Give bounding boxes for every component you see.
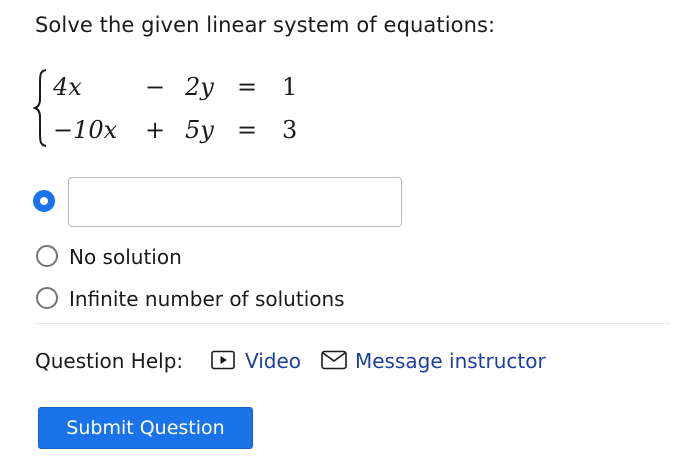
eq1-y-term: 2y	[185, 73, 214, 101]
submit-question-button[interactable]: Submit Question	[38, 407, 253, 449]
answer-input[interactable]	[68, 177, 402, 227]
question-prompt: Solve the given linear system of equatio…	[35, 13, 496, 37]
eq2-operator: +	[145, 116, 166, 144]
eq1-rhs: 1	[282, 73, 298, 101]
eq2-x-term: −10x	[53, 116, 118, 144]
eq1-x-term: 4x	[53, 73, 82, 101]
video-link[interactable]: Video	[245, 347, 301, 375]
message-instructor-link[interactable]: Message instructor	[355, 347, 546, 375]
divider	[35, 323, 670, 324]
video-icon[interactable]	[211, 350, 235, 370]
eq2-y-term: 5y	[185, 116, 214, 144]
eq2-rhs: 3	[282, 116, 298, 144]
answer-radio-selected[interactable]	[33, 190, 55, 212]
eq1-equals: =	[237, 73, 258, 101]
eq1-operator: −	[145, 73, 166, 101]
no-solution-label[interactable]: No solution	[69, 244, 182, 270]
left-brace	[33, 69, 47, 147]
eq2-equals: =	[237, 116, 258, 144]
question-help-label: Question Help:	[35, 349, 184, 373]
no-solution-radio[interactable]	[36, 245, 58, 267]
envelope-icon[interactable]	[321, 350, 347, 370]
infinite-solutions-label[interactable]: Infinite number of solutions	[69, 286, 345, 312]
infinite-solutions-radio[interactable]	[36, 287, 58, 309]
equation-system: 4x − 2y = 1 −10x + 5y = 3	[33, 66, 313, 150]
